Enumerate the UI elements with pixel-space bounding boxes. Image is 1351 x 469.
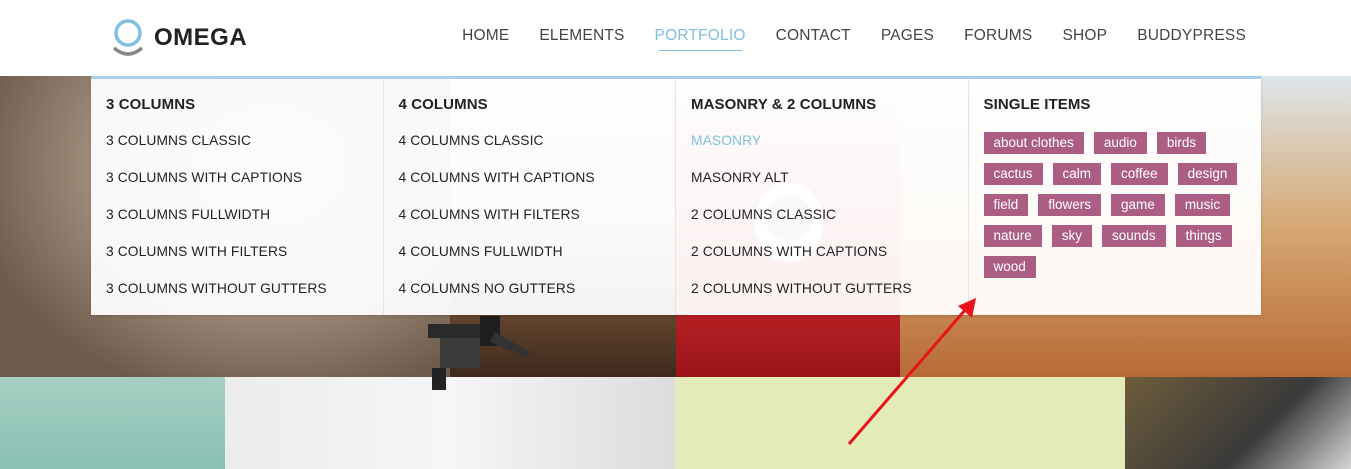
menu-link[interactable]: 3 COLUMNS WITH FILTERS [106,243,383,260]
nav-shop[interactable]: SHOP [1062,27,1107,51]
menu-column-3-columns: 3 COLUMNS 3 COLUMNS CLASSIC 3 COLUMNS WI… [91,79,384,315]
tag-chip[interactable]: calm [1052,163,1102,185]
nav-home[interactable]: HOME [462,27,509,51]
nav-pages[interactable]: PAGES [881,27,934,51]
tag-chip[interactable]: birds [1156,132,1207,154]
menu-column-title: MASONRY & 2 COLUMNS [691,96,877,113]
site-header: OMEGA HOME ELEMENTS PORTFOLIO CONTACT PA… [0,0,1351,76]
tag-chip[interactable]: things [1175,225,1232,247]
menu-link[interactable]: 4 COLUMNS NO GUTTERS [399,280,676,297]
nav-portfolio[interactable]: PORTFOLIO [655,27,746,51]
tag-chip[interactable]: game [1111,194,1165,216]
nav-contact[interactable]: CONTACT [776,27,851,51]
site-logo[interactable]: OMEGA [111,18,247,58]
menu-link-active[interactable]: MASONRY [691,132,968,149]
tag-chip[interactable]: flowers [1038,194,1102,216]
menu-column-title: 4 COLUMNS [398,96,488,113]
menu-link[interactable]: 4 COLUMNS FULLWIDTH [399,243,676,260]
main-nav: HOME ELEMENTS PORTFOLIO CONTACT PAGES FO… [462,27,1246,51]
menu-link[interactable]: 2 COLUMNS CLASSIC [691,206,968,223]
tag-chip[interactable]: nature [983,225,1042,247]
tag-cloud: about clothes audio birds cactus calm co… [983,132,1254,278]
menu-link[interactable]: 3 COLUMNS WITH CAPTIONS [106,169,383,186]
tag-chip[interactable]: coffee [1111,163,1168,185]
ring-logo-icon [112,19,144,56]
menu-link[interactable]: 2 COLUMNS WITHOUT GUTTERS [691,280,968,297]
menu-link[interactable]: 2 COLUMNS WITH CAPTIONS [691,243,968,260]
tag-chip[interactable]: sky [1051,225,1093,247]
tag-chip[interactable]: cactus [983,163,1043,185]
tag-chip[interactable]: wood [983,256,1036,278]
menu-column-masonry: MASONRY & 2 COLUMNS MASONRY MASONRY ALT … [676,79,969,315]
menu-link[interactable]: MASONRY ALT [691,169,968,186]
turntable-arm-image [428,316,530,390]
portfolio-image-drink[interactable] [1125,377,1351,469]
tag-chip[interactable]: field [983,194,1029,216]
brand-name: OMEGA [154,24,248,51]
menu-link[interactable]: 3 COLUMNS WITHOUT GUTTERS [106,280,383,297]
menu-link[interactable]: 4 COLUMNS WITH CAPTIONS [399,169,676,186]
tag-chip[interactable]: music [1174,194,1231,216]
portfolio-mega-menu: 3 COLUMNS 3 COLUMNS CLASSIC 3 COLUMNS WI… [91,76,1261,315]
menu-column-title: SINGLE ITEMS [983,96,1091,113]
menu-link[interactable]: 3 COLUMNS FULLWIDTH [106,206,383,223]
tag-chip[interactable]: audio [1093,132,1147,154]
menu-column-single-items: SINGLE ITEMS about clothes audio birds c… [969,79,1262,315]
menu-link[interactable]: 3 COLUMNS CLASSIC [106,132,383,149]
tag-chip[interactable]: sounds [1102,225,1166,247]
menu-column-title: 3 COLUMNS [106,96,196,113]
portfolio-image-green[interactable] [675,377,1125,469]
menu-link[interactable]: 4 COLUMNS WITH FILTERS [399,206,676,223]
tag-chip[interactable]: design [1177,163,1238,185]
portfolio-image-teal[interactable] [0,377,225,469]
menu-column-4-columns: 4 COLUMNS 4 COLUMNS CLASSIC 4 COLUMNS WI… [384,79,676,315]
nav-buddypress[interactable]: BUDDYPRESS [1137,27,1246,51]
menu-link[interactable]: 4 COLUMNS CLASSIC [399,132,676,149]
nav-forums[interactable]: FORUMS [964,27,1032,51]
tag-chip[interactable]: about clothes [983,132,1084,154]
nav-elements[interactable]: ELEMENTS [539,27,624,51]
